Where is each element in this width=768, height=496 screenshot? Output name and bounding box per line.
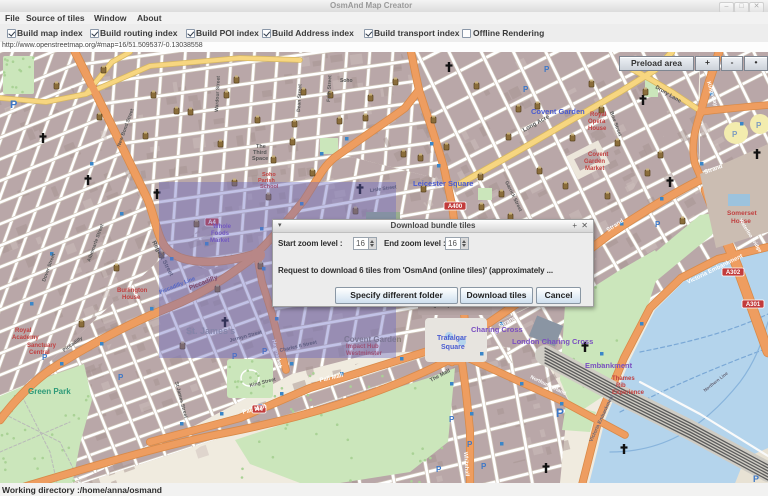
- svg-text:Leicester Square: Leicester Square: [413, 179, 473, 188]
- svg-text:P: P: [544, 65, 550, 74]
- svg-text:Market: Market: [585, 166, 604, 172]
- svg-text:Charing Cross: Charing Cross: [471, 325, 523, 334]
- svg-text:London Charing Cross: London Charing Cross: [512, 337, 593, 346]
- svg-text:P: P: [556, 406, 564, 420]
- svg-text:Rib: Rib: [616, 383, 626, 389]
- svg-text:Covent Garden: Covent Garden: [531, 107, 585, 116]
- svg-text:Space: Space: [252, 156, 268, 162]
- svg-text:Trafalgar: Trafalgar: [437, 335, 467, 342]
- svg-text:Opera: Opera: [588, 119, 606, 125]
- svg-text:P: P: [481, 462, 487, 471]
- svg-text:P: P: [118, 373, 124, 382]
- svg-text:P: P: [732, 130, 738, 139]
- svg-text:Covent: Covent: [588, 152, 608, 158]
- svg-text:Green Park: Green Park: [28, 387, 71, 396]
- svg-text:P: P: [467, 440, 473, 449]
- svg-text:House: House: [588, 126, 607, 132]
- svg-text:Soho: Soho: [340, 78, 353, 84]
- svg-text:Embankment: Embankment: [585, 361, 633, 370]
- svg-text:P: P: [756, 121, 762, 130]
- svg-text:A301: A301: [746, 302, 761, 308]
- svg-text:A400: A400: [448, 204, 463, 210]
- svg-text:Central: Central: [29, 350, 50, 356]
- svg-text:Garden: Garden: [584, 159, 605, 165]
- svg-text:Sanctuary: Sanctuary: [27, 343, 57, 349]
- svg-text:P: P: [436, 465, 442, 474]
- svg-text:Thames: Thames: [612, 376, 635, 382]
- svg-text:P: P: [10, 99, 17, 111]
- svg-text:Somerset: Somerset: [727, 210, 757, 217]
- svg-text:Burlington: Burlington: [117, 288, 148, 294]
- svg-text:Square: Square: [441, 344, 465, 351]
- svg-text:Royal: Royal: [15, 328, 32, 334]
- svg-text:P: P: [655, 220, 661, 229]
- svg-text:P: P: [523, 85, 529, 94]
- svg-text:Royal: Royal: [590, 112, 607, 118]
- svg-text:P: P: [449, 415, 455, 424]
- svg-text:House: House: [122, 295, 141, 301]
- svg-text:Academy: Academy: [12, 335, 39, 341]
- svg-text:A302: A302: [726, 270, 741, 276]
- svg-text:Experience: Experience: [612, 390, 645, 396]
- svg-text:P: P: [753, 474, 759, 483]
